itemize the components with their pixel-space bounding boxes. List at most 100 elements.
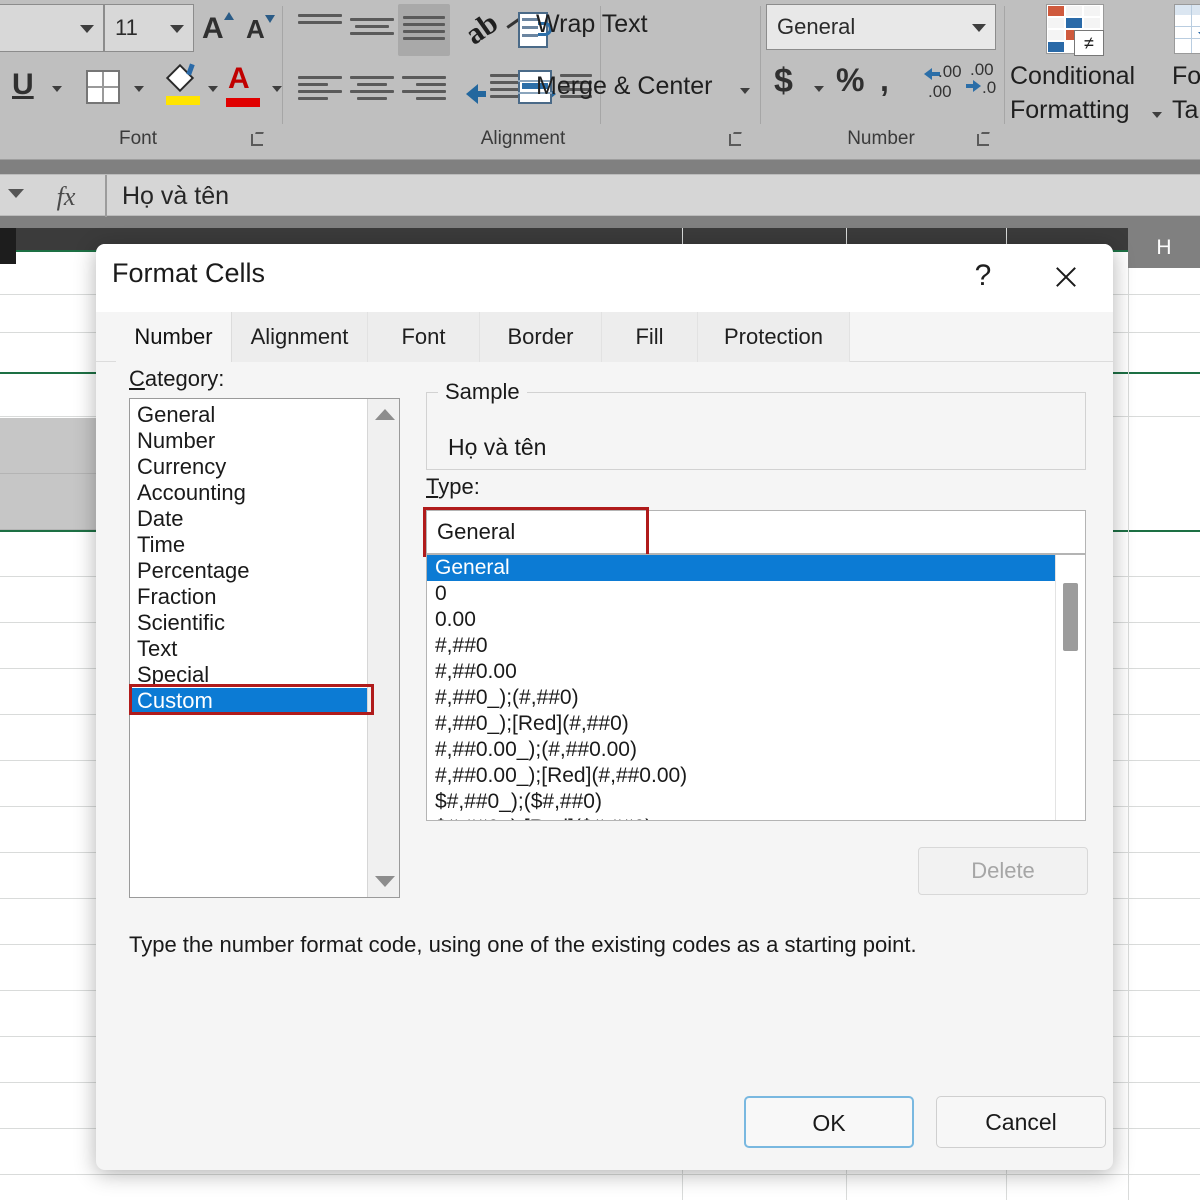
type-scrollbar[interactable]	[1055, 555, 1085, 820]
type-option-dollar-red[interactable]: $#,##0_);[Red]($#,##0)	[427, 815, 1085, 820]
ok-button[interactable]: OK	[744, 1096, 914, 1148]
align-bottom-icon[interactable]	[398, 4, 450, 56]
scrollbar-thumb[interactable]	[1063, 583, 1078, 651]
type-option-thousands-2d[interactable]: #,##0.00	[427, 659, 1085, 685]
cancel-button[interactable]: Cancel	[936, 1096, 1106, 1148]
category-item-number[interactable]: Number	[130, 428, 368, 454]
dialog-title: Format Cells	[112, 258, 266, 288]
format-as-table-icon[interactable]	[1174, 4, 1200, 58]
align-middle-icon[interactable]	[350, 18, 394, 39]
type-listbox[interactable]: General 0 0.00 #,##0 #,##0.00 #,##0_);(#…	[426, 554, 1086, 821]
category-item-general[interactable]: General	[130, 402, 368, 428]
category-item-percentage[interactable]: Percentage	[130, 558, 368, 584]
category-item-special[interactable]: Special	[130, 662, 368, 688]
align-center-icon[interactable]	[350, 76, 394, 104]
format-as-table-label-2: Tab	[1172, 96, 1200, 124]
close-icon[interactable]	[1043, 254, 1089, 300]
sample-value: Họ và tên	[448, 434, 547, 460]
grow-font-icon[interactable]: A	[202, 12, 234, 44]
number-dialog-launcher[interactable]	[975, 131, 992, 148]
tab-alignment[interactable]: Alignment	[232, 312, 368, 362]
orientation-icon[interactable]: ab	[459, 6, 520, 51]
ribbon-group-number: General $ % , .00 .00 .00 .0 Number	[762, 0, 1000, 160]
conditional-formatting-icon[interactable]: ≠	[1046, 4, 1108, 58]
chevron-down-icon[interactable]	[272, 86, 282, 92]
scroll-up-icon[interactable]	[375, 409, 395, 420]
grid-row-line	[0, 1174, 1200, 1175]
type-option-general[interactable]: General	[427, 555, 1085, 581]
wrap-text-label: Wrap Text	[536, 10, 648, 38]
grid-col-line	[1128, 228, 1129, 1200]
ribbon-group-styles: ≠ Conditional Formatting Form Tab	[1008, 0, 1200, 160]
font-dialog-launcher[interactable]	[249, 131, 266, 148]
name-box-chevron-icon[interactable]	[8, 189, 24, 198]
category-item-text[interactable]: Text	[130, 636, 368, 662]
chevron-down-icon	[972, 24, 986, 32]
category-item-accounting[interactable]: Accounting	[130, 480, 368, 506]
type-option-dollar[interactable]: $#,##0_);($#,##0)	[427, 789, 1085, 815]
chevron-down-icon[interactable]	[208, 86, 218, 92]
format-as-table-label-1: Form	[1172, 62, 1200, 90]
delete-button[interactable]: Delete	[918, 847, 1088, 895]
chevron-down-icon[interactable]	[52, 86, 62, 92]
font-size-combo[interactable]: 11	[104, 4, 194, 52]
orientation-label: ab	[459, 5, 504, 52]
align-top-icon[interactable]	[298, 14, 342, 28]
category-item-date[interactable]: Date	[130, 506, 368, 532]
category-label: Category:	[129, 366, 225, 391]
formula-bar-divider	[105, 175, 107, 217]
alignment-dialog-launcher[interactable]	[727, 131, 744, 148]
category-listbox[interactable]: General Number Currency Accounting Date …	[129, 398, 400, 898]
comma-style-icon[interactable]: ,	[880, 64, 889, 96]
font-color-icon[interactable]: A	[226, 62, 260, 107]
formula-input[interactable]: Họ và tên	[122, 175, 229, 217]
type-input[interactable]: General	[426, 510, 1086, 554]
underline-button[interactable]: U	[12, 70, 34, 100]
align-left-icon[interactable]	[298, 76, 342, 104]
conditional-formatting-label-2: Formatting	[1010, 96, 1130, 124]
chevron-down-icon[interactable]	[134, 86, 144, 92]
ribbon: 11 A A U A Font ab Wrap Text Merge & Cen…	[0, 0, 1200, 160]
tab-border[interactable]: Border	[480, 312, 602, 362]
borders-icon[interactable]	[86, 70, 120, 104]
column-header-h[interactable]: H	[1128, 228, 1200, 268]
type-option-paren-red[interactable]: #,##0_);[Red](#,##0)	[427, 711, 1085, 737]
alignment-group-label: Alignment	[480, 128, 566, 149]
shrink-font-icon[interactable]: A	[246, 15, 275, 43]
number-group-label: Number	[847, 128, 915, 149]
scroll-down-icon[interactable]	[375, 876, 395, 887]
comma-label: ,	[880, 62, 889, 98]
sheet-corner-block	[0, 228, 16, 264]
category-item-time[interactable]: Time	[130, 532, 368, 558]
type-label: Type:	[426, 474, 480, 499]
tab-fill[interactable]: Fill	[602, 312, 698, 362]
category-item-custom[interactable]: Custom	[130, 688, 368, 714]
underline-label: U	[12, 68, 34, 101]
type-option-paren-2d[interactable]: #,##0.00_);(#,##0.00)	[427, 737, 1085, 763]
chevron-down-icon[interactable]	[740, 88, 750, 94]
font-color-label: A	[228, 62, 250, 95]
insert-function-icon[interactable]: fx	[42, 181, 90, 213]
align-right-icon[interactable]	[402, 76, 446, 104]
category-item-scientific[interactable]: Scientific	[130, 610, 368, 636]
type-option-paren-2d-red[interactable]: #,##0.00_);[Red](#,##0.00)	[427, 763, 1085, 789]
type-option-0-00[interactable]: 0.00	[427, 607, 1085, 633]
type-option-thousands[interactable]: #,##0	[427, 633, 1085, 659]
tab-font[interactable]: Font	[368, 312, 480, 362]
category-item-fraction[interactable]: Fraction	[130, 584, 368, 610]
type-option-paren[interactable]: #,##0_);(#,##0)	[427, 685, 1085, 711]
number-format-combo[interactable]: General	[766, 4, 996, 50]
category-item-currency[interactable]: Currency	[130, 454, 368, 480]
percent-icon[interactable]: %	[836, 64, 864, 96]
tab-number[interactable]: Number	[116, 312, 232, 362]
chevron-down-icon[interactable]	[1152, 112, 1162, 118]
category-scrollbar[interactable]	[367, 399, 399, 897]
dialog-title-bar[interactable]: Format Cells ?	[96, 244, 1113, 312]
currency-icon[interactable]: $	[774, 64, 793, 98]
font-name-combo[interactable]	[0, 4, 104, 52]
help-icon[interactable]: ?	[961, 254, 1005, 298]
excel-window: H 11 A A U A Font ab Wrap Text Merge & C…	[0, 0, 1200, 1200]
type-option-0[interactable]: 0	[427, 581, 1085, 607]
tab-protection[interactable]: Protection	[698, 312, 850, 362]
chevron-down-icon[interactable]	[814, 86, 824, 92]
